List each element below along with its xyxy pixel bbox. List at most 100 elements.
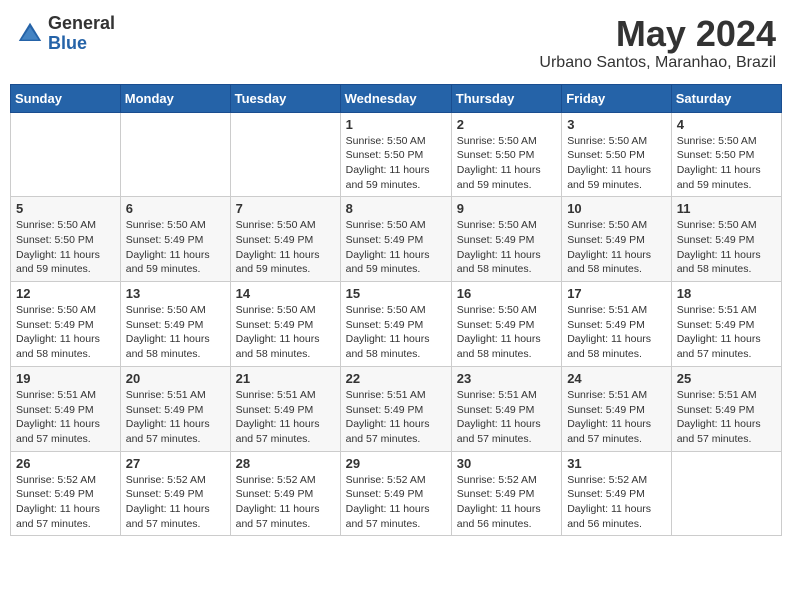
day-cell xyxy=(230,112,340,197)
weekday-header-monday: Monday xyxy=(120,84,230,112)
weekday-header-row: SundayMondayTuesdayWednesdayThursdayFrid… xyxy=(11,84,782,112)
weekday-header-sunday: Sunday xyxy=(11,84,121,112)
day-cell: 29Sunrise: 5:52 AM Sunset: 5:49 PM Dayli… xyxy=(340,451,451,536)
day-number: 16 xyxy=(457,286,556,301)
logo-text: General Blue xyxy=(48,14,115,54)
day-info: Sunrise: 5:50 AM Sunset: 5:49 PM Dayligh… xyxy=(126,218,225,277)
day-cell: 30Sunrise: 5:52 AM Sunset: 5:49 PM Dayli… xyxy=(451,451,561,536)
day-number: 22 xyxy=(346,371,446,386)
day-number: 11 xyxy=(677,201,776,216)
day-cell: 1Sunrise: 5:50 AM Sunset: 5:50 PM Daylig… xyxy=(340,112,451,197)
logo-general-text: General xyxy=(48,14,115,34)
day-number: 12 xyxy=(16,286,115,301)
day-cell: 4 Sunrise: 5:50 AM Sunset: 5:50 PM Daylig… xyxy=(671,112,781,197)
day-number: 6 xyxy=(126,201,225,216)
day-info: Sunrise: 5:51 AM Sunset: 5:49 PM Dayligh… xyxy=(567,303,666,362)
day-number: 9 xyxy=(457,201,556,216)
day-number: 20 xyxy=(126,371,225,386)
logo-blue-text: Blue xyxy=(48,34,115,54)
title-month: May 2024 xyxy=(539,14,776,54)
day-cell: 31 Sunrise: 5:52 AM Sunset: 5:49 PM Dayli… xyxy=(562,451,672,536)
day-info: Sunrise: 5:52 AM Sunset: 5:49 PM Dayligh… xyxy=(16,473,115,532)
day-number: 27 xyxy=(126,456,225,471)
day-number: 13 xyxy=(126,286,225,301)
day-info: Sunrise: 5:52 AM Sunset: 5:49 PM Dayligh… xyxy=(346,473,446,532)
day-cell: 28 Sunrise: 5:52 AM Sunset: 5:49 PM Dayli… xyxy=(230,451,340,536)
week-row-3: 12 Sunrise: 5:50 AM Sunset: 5:49 PM Dayli… xyxy=(11,282,782,367)
day-cell: 8 Sunrise: 5:50 AM Sunset: 5:49 PM Daylig… xyxy=(340,197,451,282)
day-cell: 27 Sunrise: 5:52 AM Sunset: 5:49 PM Dayli… xyxy=(120,451,230,536)
day-number: 26 xyxy=(16,456,115,471)
day-cell: 16 Sunrise: 5:50 AM Sunset: 5:49 PM Dayli… xyxy=(451,282,561,367)
day-info: Sunrise: 5:50 AM Sunset: 5:50 PM Dayligh… xyxy=(677,134,776,193)
day-number: 18 xyxy=(677,286,776,301)
day-number: 5 xyxy=(16,201,115,216)
day-info: Sunrise: 5:50 AM Sunset: 5:49 PM Dayligh… xyxy=(567,218,666,277)
day-info: Sunrise: 5:52 AM Sunset: 5:49 PM Dayligh… xyxy=(236,473,335,532)
day-cell: 19Sunrise: 5:51 AM Sunset: 5:49 PM Dayli… xyxy=(11,366,121,451)
logo-icon xyxy=(16,20,44,48)
calendar-table: SundayMondayTuesdayWednesdayThursdayFrid… xyxy=(10,84,782,537)
day-cell: 25 Sunrise: 5:51 AM Sunset: 5:49 PM Dayli… xyxy=(671,366,781,451)
weekday-header-saturday: Saturday xyxy=(671,84,781,112)
day-cell: 12 Sunrise: 5:50 AM Sunset: 5:49 PM Dayli… xyxy=(11,282,121,367)
day-info: Sunrise: 5:51 AM Sunset: 5:49 PM Dayligh… xyxy=(677,303,776,362)
day-info: Sunrise: 5:50 AM Sunset: 5:50 PM Dayligh… xyxy=(457,134,556,193)
day-cell: 22 Sunrise: 5:51 AM Sunset: 5:49 PM Dayli… xyxy=(340,366,451,451)
day-cell: 23Sunrise: 5:51 AM Sunset: 5:49 PM Dayli… xyxy=(451,366,561,451)
day-info: Sunrise: 5:51 AM Sunset: 5:49 PM Dayligh… xyxy=(126,388,225,447)
day-number: 2 xyxy=(457,117,556,132)
week-row-5: 26 Sunrise: 5:52 AM Sunset: 5:49 PM Dayli… xyxy=(11,451,782,536)
day-info: Sunrise: 5:50 AM Sunset: 5:49 PM Dayligh… xyxy=(16,303,115,362)
day-cell: 11 Sunrise: 5:50 AM Sunset: 5:49 PM Dayli… xyxy=(671,197,781,282)
day-cell xyxy=(120,112,230,197)
day-info: Sunrise: 5:50 AM Sunset: 5:50 PM Dayligh… xyxy=(567,134,666,193)
day-cell: 26 Sunrise: 5:52 AM Sunset: 5:49 PM Dayli… xyxy=(11,451,121,536)
day-info: Sunrise: 5:50 AM Sunset: 5:50 PM Dayligh… xyxy=(346,134,446,193)
day-number: 30 xyxy=(457,456,556,471)
logo: General Blue xyxy=(16,14,115,54)
weekday-header-tuesday: Tuesday xyxy=(230,84,340,112)
day-number: 15 xyxy=(346,286,446,301)
day-number: 21 xyxy=(236,371,335,386)
day-number: 14 xyxy=(236,286,335,301)
day-cell: 10 Sunrise: 5:50 AM Sunset: 5:49 PM Dayli… xyxy=(562,197,672,282)
day-cell: 6 Sunrise: 5:50 AM Sunset: 5:49 PM Daylig… xyxy=(120,197,230,282)
day-info: Sunrise: 5:50 AM Sunset: 5:50 PM Dayligh… xyxy=(16,218,115,277)
day-cell: 17 Sunrise: 5:51 AM Sunset: 5:49 PM Dayli… xyxy=(562,282,672,367)
weekday-header-friday: Friday xyxy=(562,84,672,112)
day-number: 8 xyxy=(346,201,446,216)
week-row-1: 1Sunrise: 5:50 AM Sunset: 5:50 PM Daylig… xyxy=(11,112,782,197)
day-info: Sunrise: 5:50 AM Sunset: 5:49 PM Dayligh… xyxy=(346,218,446,277)
day-number: 4 xyxy=(677,117,776,132)
day-cell xyxy=(671,451,781,536)
day-info: Sunrise: 5:50 AM Sunset: 5:49 PM Dayligh… xyxy=(126,303,225,362)
day-cell: 7Sunrise: 5:50 AM Sunset: 5:49 PM Daylig… xyxy=(230,197,340,282)
day-info: Sunrise: 5:50 AM Sunset: 5:49 PM Dayligh… xyxy=(236,218,335,277)
day-number: 10 xyxy=(567,201,666,216)
day-cell: 21 Sunrise: 5:51 AM Sunset: 5:49 PM Dayli… xyxy=(230,366,340,451)
day-cell: 13 Sunrise: 5:50 AM Sunset: 5:49 PM Dayli… xyxy=(120,282,230,367)
day-cell: 5 Sunrise: 5:50 AM Sunset: 5:50 PM Daylig… xyxy=(11,197,121,282)
day-info: Sunrise: 5:51 AM Sunset: 5:49 PM Dayligh… xyxy=(677,388,776,447)
day-info: Sunrise: 5:52 AM Sunset: 5:49 PM Dayligh… xyxy=(567,473,666,532)
day-number: 17 xyxy=(567,286,666,301)
day-number: 25 xyxy=(677,371,776,386)
day-number: 23 xyxy=(457,371,556,386)
day-info: Sunrise: 5:50 AM Sunset: 5:49 PM Dayligh… xyxy=(677,218,776,277)
day-number: 31 xyxy=(567,456,666,471)
day-info: Sunrise: 5:51 AM Sunset: 5:49 PM Dayligh… xyxy=(346,388,446,447)
day-cell: 20 Sunrise: 5:51 AM Sunset: 5:49 PM Dayli… xyxy=(120,366,230,451)
title-block: May 2024 Urbano Santos, Maranhao, Brazil xyxy=(539,14,776,72)
week-row-2: 5 Sunrise: 5:50 AM Sunset: 5:50 PM Daylig… xyxy=(11,197,782,282)
week-row-4: 19Sunrise: 5:51 AM Sunset: 5:49 PM Dayli… xyxy=(11,366,782,451)
day-info: Sunrise: 5:50 AM Sunset: 5:49 PM Dayligh… xyxy=(457,303,556,362)
weekday-header-thursday: Thursday xyxy=(451,84,561,112)
day-number: 28 xyxy=(236,456,335,471)
day-info: Sunrise: 5:51 AM Sunset: 5:49 PM Dayligh… xyxy=(236,388,335,447)
day-info: Sunrise: 5:50 AM Sunset: 5:49 PM Dayligh… xyxy=(236,303,335,362)
title-location: Urbano Santos, Maranhao, Brazil xyxy=(539,54,776,72)
day-cell xyxy=(11,112,121,197)
day-info: Sunrise: 5:52 AM Sunset: 5:49 PM Dayligh… xyxy=(126,473,225,532)
day-cell: 24Sunrise: 5:51 AM Sunset: 5:49 PM Dayli… xyxy=(562,366,672,451)
